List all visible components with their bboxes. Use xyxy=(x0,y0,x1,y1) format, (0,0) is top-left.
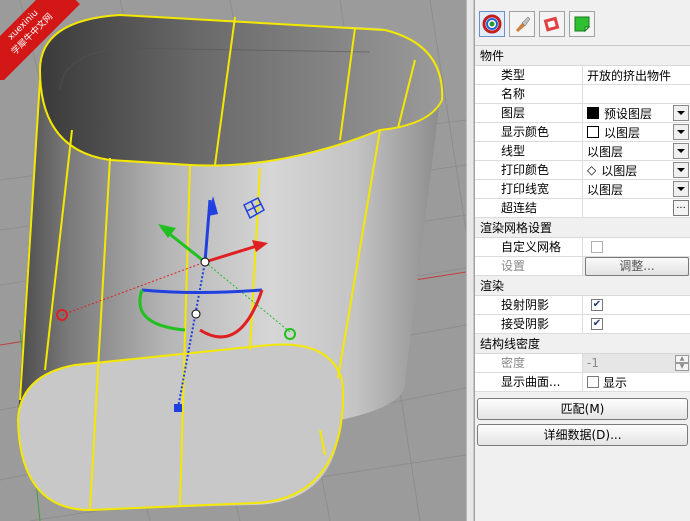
print-color-select[interactable]: ◇ 以图层 xyxy=(583,161,690,179)
section-render-mesh: 渲染网格设置 xyxy=(475,218,690,238)
display-color-dropdown-arrow[interactable] xyxy=(673,124,689,140)
object-properties-tab[interactable] xyxy=(479,11,505,37)
linetype-select[interactable]: 以图层 xyxy=(583,142,690,160)
row-print-color: 打印颜色 ◇ 以图层 xyxy=(475,161,690,180)
print-color-dropdown-arrow[interactable] xyxy=(673,162,689,178)
density-label: 密度 xyxy=(475,354,583,372)
row-cast-shadows: 投射阴影 ✔ xyxy=(475,296,690,315)
linetype-dropdown-arrow[interactable] xyxy=(673,143,689,159)
density-down-arrow[interactable]: ▼ xyxy=(675,363,689,371)
print-width-select[interactable]: 以图层 xyxy=(583,180,690,198)
print-width-dropdown-arrow[interactable] xyxy=(673,181,689,197)
row-hyperlink: 超连结 ... xyxy=(475,199,690,218)
layer-select[interactable]: 预设图层 xyxy=(583,104,690,122)
print-color-label: 打印颜色 xyxy=(475,161,583,179)
properties-panel: 物件 类型 开放的挤出物件 名称 图层 预设图层 显示颜色 以图层 线型 以图层… xyxy=(474,0,690,521)
hyperlink-field[interactable]: ... xyxy=(583,199,690,217)
panel-splitter[interactable] xyxy=(466,0,474,521)
print-color-value: 以图层 xyxy=(601,163,638,178)
type-value: 开放的挤出物件 xyxy=(587,68,672,83)
material-sphere-icon xyxy=(482,14,502,34)
texture-mapping-icon xyxy=(543,16,560,32)
layer-dropdown-arrow[interactable] xyxy=(673,105,689,121)
page-curl-icon xyxy=(574,16,591,33)
material-tab[interactable] xyxy=(509,11,535,37)
row-name: 名称 xyxy=(475,85,690,104)
density-spinner[interactable]: ▲ ▼ xyxy=(675,355,689,371)
page-tab[interactable] xyxy=(569,11,595,37)
layer-value: 预设图层 xyxy=(604,106,653,121)
details-button[interactable]: 详细数据(D)... xyxy=(477,424,688,446)
texture-mapping-tab[interactable] xyxy=(539,11,565,37)
display-color-select[interactable]: 以图层 xyxy=(583,123,690,141)
properties-toolbar xyxy=(475,0,690,46)
name-label: 名称 xyxy=(475,85,583,103)
row-density: 密度 -1 ▲ ▼ xyxy=(475,354,690,373)
paint-brush-icon xyxy=(516,16,531,32)
cast-shadows-checkbox[interactable]: ✔ xyxy=(591,299,603,311)
mesh-adjust-button[interactable]: 调整... xyxy=(585,256,689,276)
cast-shadows-label: 投射阴影 xyxy=(475,296,583,314)
section-isocurve-density: 结构线密度 xyxy=(475,334,690,354)
custom-mesh-label: 自定义网格 xyxy=(475,238,583,256)
density-value: -1 xyxy=(587,356,599,370)
mesh-settings-label: 设置 xyxy=(475,257,583,275)
row-linetype: 线型 以图层 xyxy=(475,142,690,161)
print-width-value: 以图层 xyxy=(587,182,624,197)
watermark-badge: xuexiniu 学犀牛中文网 xyxy=(0,0,80,80)
print-width-label: 打印线宽 xyxy=(475,180,583,198)
layer-label: 图层 xyxy=(475,104,583,122)
match-button[interactable]: 匹配(M) xyxy=(477,398,688,420)
show-checkbox-label: 显示 xyxy=(603,375,628,390)
row-layer: 图层 预设图层 xyxy=(475,104,690,123)
display-color-swatch xyxy=(587,126,599,138)
extrusion-object[interactable] xyxy=(16,13,444,512)
gumball-center[interactable] xyxy=(200,257,210,267)
row-show-surface: 显示曲面... 显示 xyxy=(475,373,690,392)
row-display-color: 显示颜色 以图层 xyxy=(475,123,690,142)
perspective-viewport[interactable]: xuexiniu 学犀牛中文网 xyxy=(0,0,466,521)
row-type: 类型 开放的挤出物件 xyxy=(475,66,690,85)
watermark-ribbon: xuexiniu 学犀牛中文网 xyxy=(0,0,80,80)
hyperlink-label: 超连结 xyxy=(475,199,583,217)
type-label: 类型 xyxy=(475,66,583,84)
show-surface-checkbox[interactable] xyxy=(587,376,599,388)
print-color-diamond-icon: ◇ xyxy=(587,163,597,177)
linetype-value: 以图层 xyxy=(587,144,624,159)
receive-shadows-label: 接受阴影 xyxy=(475,315,583,333)
receive-shadows-checkbox[interactable]: ✔ xyxy=(591,318,603,330)
section-object: 物件 xyxy=(475,46,690,66)
layer-color-swatch xyxy=(587,107,599,119)
section-render: 渲染 xyxy=(475,276,690,296)
display-color-label: 显示颜色 xyxy=(475,123,583,141)
hyperlink-browse-button[interactable]: ... xyxy=(673,200,689,216)
gumball-scale-center[interactable] xyxy=(191,309,201,319)
row-print-width: 打印线宽 以图层 xyxy=(475,180,690,199)
linetype-label: 线型 xyxy=(475,142,583,160)
density-up-arrow[interactable]: ▲ xyxy=(675,355,689,363)
display-color-value: 以图层 xyxy=(604,125,641,140)
gumball-z-handle[interactable] xyxy=(174,404,182,412)
row-receive-shadows: 接受阴影 ✔ xyxy=(475,315,690,334)
show-surface-label: 显示曲面... xyxy=(475,373,583,391)
row-custom-mesh: 自定义网格 xyxy=(475,238,690,257)
name-field[interactable] xyxy=(583,85,690,103)
row-mesh-settings: 设置 调整... xyxy=(475,256,690,276)
density-field[interactable]: -1 ▲ ▼ xyxy=(583,354,690,372)
custom-mesh-checkbox[interactable] xyxy=(591,241,603,253)
